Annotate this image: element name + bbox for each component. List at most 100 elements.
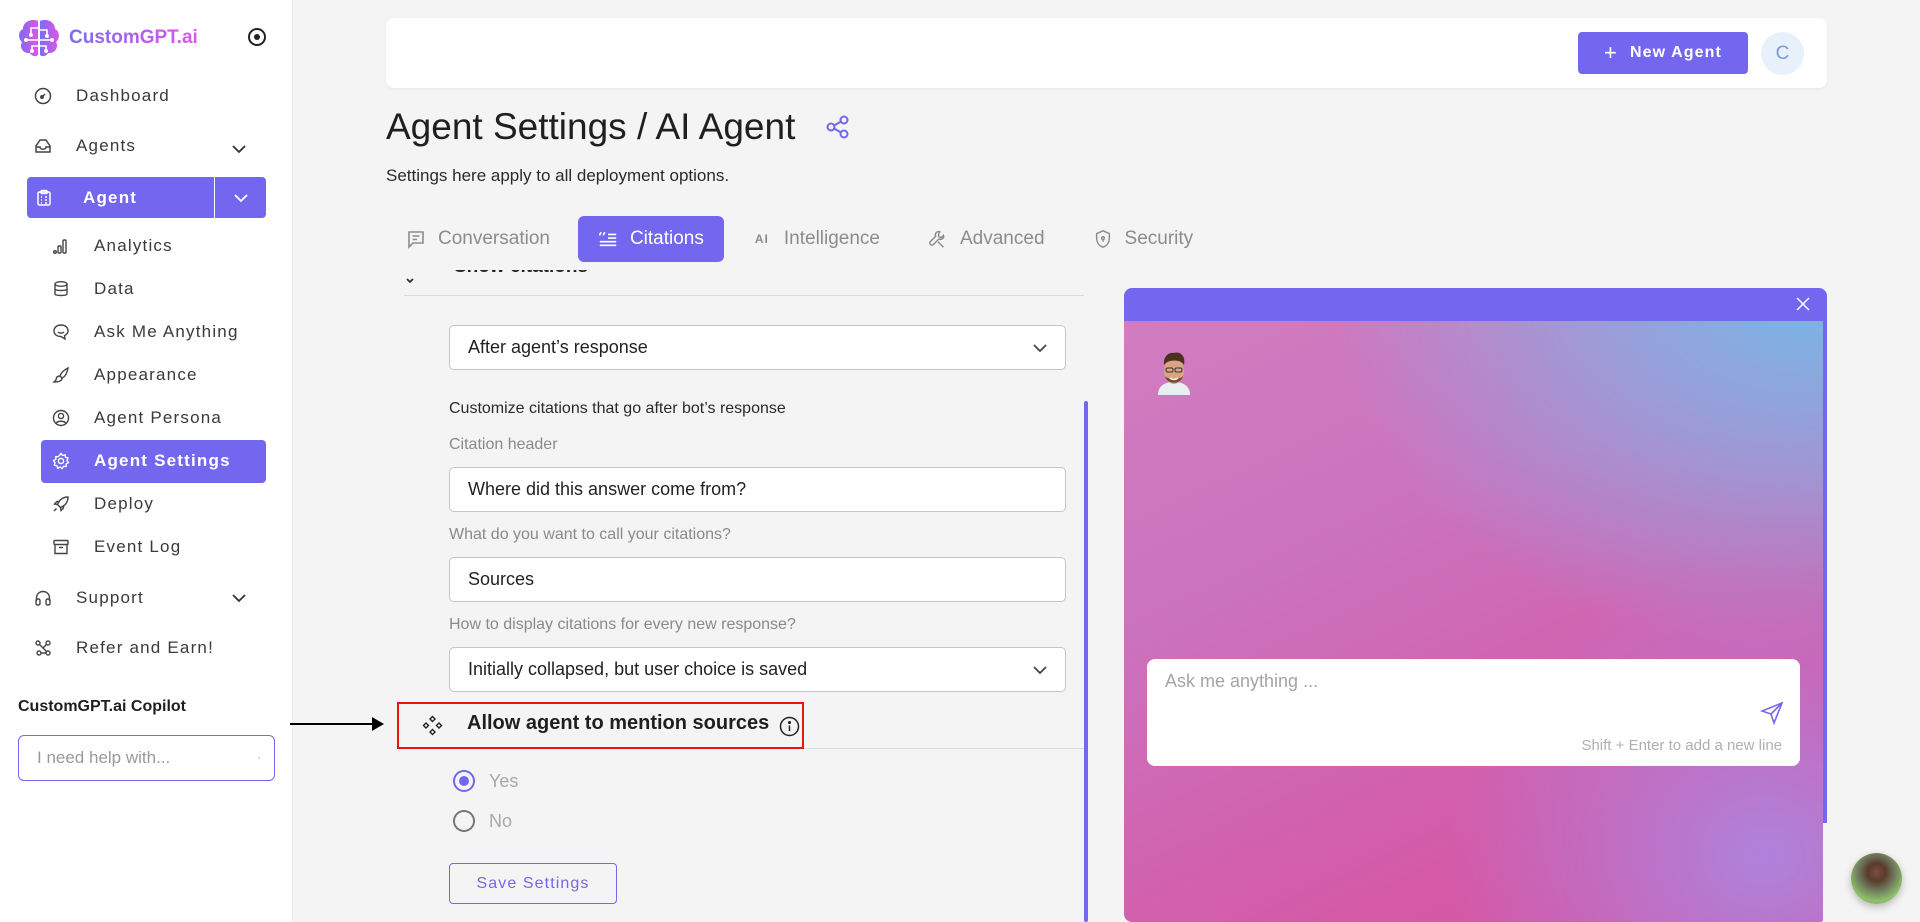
- message-square-icon: [406, 229, 426, 249]
- ai-icon: AI: [754, 232, 769, 246]
- tab-label: Security: [1124, 228, 1194, 249]
- display-mode-label: How to display citations for every new r…: [449, 616, 796, 633]
- sidebar-toggle-icon[interactable]: [248, 28, 266, 46]
- sidebar-item-appearance[interactable]: Appearance: [52, 365, 198, 385]
- send-icon[interactable]: [1760, 701, 1784, 725]
- chevron-down-icon: [406, 278, 414, 284]
- sidebar-item-agent-settings[interactable]: Agent Settings: [52, 451, 231, 471]
- tab-security[interactable]: Security: [1073, 216, 1214, 262]
- sidebar-item-label: Refer and Earn!: [76, 638, 215, 657]
- tab-citations[interactable]: Citations: [577, 216, 724, 262]
- plus-icon: +: [1604, 40, 1618, 65]
- sidebar-item-label: Ask Me Anything: [94, 322, 239, 341]
- chat-preview: Shift + Enter to add a new line: [1124, 288, 1827, 922]
- close-icon[interactable]: [1795, 296, 1811, 312]
- display-mode-value: Initially collapsed, but user choice is …: [468, 659, 808, 679]
- form-scrollbar[interactable]: [1084, 401, 1088, 922]
- brush-icon: [52, 366, 70, 384]
- mention-sources-yes-radio[interactable]: Yes: [453, 770, 518, 792]
- sidebar-item-refer-and-earn[interactable]: Refer and Earn!: [34, 638, 214, 658]
- save-settings-button[interactable]: Save Settings: [449, 863, 617, 904]
- support-chat-avatar[interactable]: [1851, 853, 1902, 904]
- sidebar-item-label: Deploy: [94, 494, 155, 513]
- tab-advanced[interactable]: Advanced: [908, 216, 1065, 262]
- citation-position-select[interactable]: After agent’s response: [449, 325, 1066, 370]
- sidebar-item-analytics[interactable]: Analytics: [52, 236, 173, 256]
- sidebar-item-label: Agent: [83, 187, 138, 207]
- chat-input[interactable]: [1165, 671, 1725, 711]
- radio-indicator: [453, 810, 475, 832]
- sidebar-item-deploy[interactable]: Deploy: [52, 494, 154, 514]
- agent-button-main[interactable]: Agent: [27, 177, 214, 218]
- annotation-arrow: [290, 717, 384, 731]
- wrench-icon: [928, 229, 948, 249]
- sidebar-item-label: Dashboard: [76, 86, 170, 105]
- brand-logo[interactable]: CustomGPT.ai: [17, 18, 198, 58]
- brand-name: CustomGPT.ai: [69, 27, 198, 48]
- sidebar-item-agent-persona[interactable]: Agent Persona: [52, 408, 222, 428]
- tab-conversation[interactable]: Conversation: [386, 216, 570, 262]
- sidebar-item-dashboard[interactable]: Dashboard: [34, 86, 170, 106]
- copilot-input[interactable]: [37, 748, 258, 768]
- sidebar-item-label: Analytics: [94, 236, 173, 255]
- sidebar-item-label: Agent Settings: [94, 451, 231, 470]
- chevron-down-icon: [1033, 666, 1047, 675]
- sidebar-item-agent[interactable]: Agent: [27, 177, 266, 218]
- sidebar-item-event-log[interactable]: Event Log: [52, 537, 181, 557]
- tab-intelligence[interactable]: AI Intelligence: [732, 216, 900, 262]
- diamonds-icon: [422, 715, 443, 736]
- mention-sources-title: Allow agent to mention sources: [467, 712, 770, 734]
- user-circle-icon: [52, 409, 70, 427]
- send-icon[interactable]: [258, 746, 260, 770]
- preview-body: Shift + Enter to add a new line: [1124, 321, 1823, 922]
- share-nodes-icon: [34, 639, 52, 657]
- sidebar-item-ask-me-anything[interactable]: Ask Me Anything: [52, 322, 239, 342]
- tab-label: Intelligence: [783, 228, 880, 249]
- bot-avatar-image: [1158, 352, 1190, 395]
- agents-inbox-icon: [34, 137, 52, 155]
- tab-label: Conversation: [438, 228, 550, 249]
- info-icon[interactable]: [779, 716, 800, 737]
- sidebar-item-agents[interactable]: Agents: [34, 136, 136, 156]
- customize-citations-label: Customize citations that go after bot’s …: [449, 400, 786, 417]
- mention-sources-no-radio[interactable]: No: [453, 810, 512, 832]
- chevron-down-icon[interactable]: [230, 140, 248, 158]
- sidebar-item-label: Support: [76, 588, 144, 607]
- chat-input-box: Shift + Enter to add a new line: [1147, 659, 1800, 766]
- new-agent-label: New Agent: [1629, 44, 1722, 61]
- citations-form: Show citations After agent’s response Cu…: [386, 270, 1086, 922]
- radio-label: Yes: [489, 770, 519, 791]
- citations-name-field: [449, 557, 1066, 602]
- sidebar: CustomGPT.ai Dashboard Agents Agent Anal…: [0, 0, 293, 922]
- show-citations-row[interactable]: Show citations: [404, 270, 1084, 296]
- newline-hint: Shift + Enter to add a new line: [1581, 737, 1782, 754]
- chevron-down-icon[interactable]: [230, 589, 248, 607]
- database-icon: [52, 280, 70, 298]
- agent-expand-button[interactable]: [214, 177, 266, 218]
- chat-bubble-icon: [52, 323, 70, 341]
- share-icon[interactable]: [825, 114, 851, 140]
- preview-scrollbar[interactable]: [1823, 321, 1827, 823]
- preview-header: [1124, 288, 1827, 321]
- display-mode-select[interactable]: Initially collapsed, but user choice is …: [449, 647, 1066, 692]
- citations-name-input[interactable]: [468, 569, 1047, 590]
- tab-label: Advanced: [960, 228, 1045, 249]
- sidebar-item-label: Agent Persona: [94, 408, 223, 427]
- page-title: Agent Settings / AI Agent: [386, 106, 851, 148]
- sidebar-item-label: Agents: [76, 136, 137, 155]
- sidebar-item-label: Data: [94, 279, 135, 298]
- user-avatar[interactable]: C: [1761, 32, 1804, 75]
- sidebar-item-support[interactable]: Support: [34, 588, 144, 608]
- bar-chart-icon: [52, 237, 70, 255]
- new-agent-button[interactable]: + New Agent: [1578, 32, 1748, 74]
- citation-header-input[interactable]: [468, 479, 1047, 500]
- quote-list-icon: [598, 229, 618, 249]
- citation-header-label: Citation header: [449, 436, 558, 453]
- page-title-text: Agent Settings / AI Agent: [386, 106, 796, 147]
- brain-logo-icon: [19, 19, 59, 57]
- headphones-icon: [34, 589, 52, 607]
- sidebar-item-data[interactable]: Data: [52, 279, 135, 299]
- settings-tabs: Conversation Citations AI Intelligence A…: [386, 216, 1221, 262]
- sidebar-item-label: Appearance: [94, 365, 198, 384]
- archive-icon: [52, 538, 70, 556]
